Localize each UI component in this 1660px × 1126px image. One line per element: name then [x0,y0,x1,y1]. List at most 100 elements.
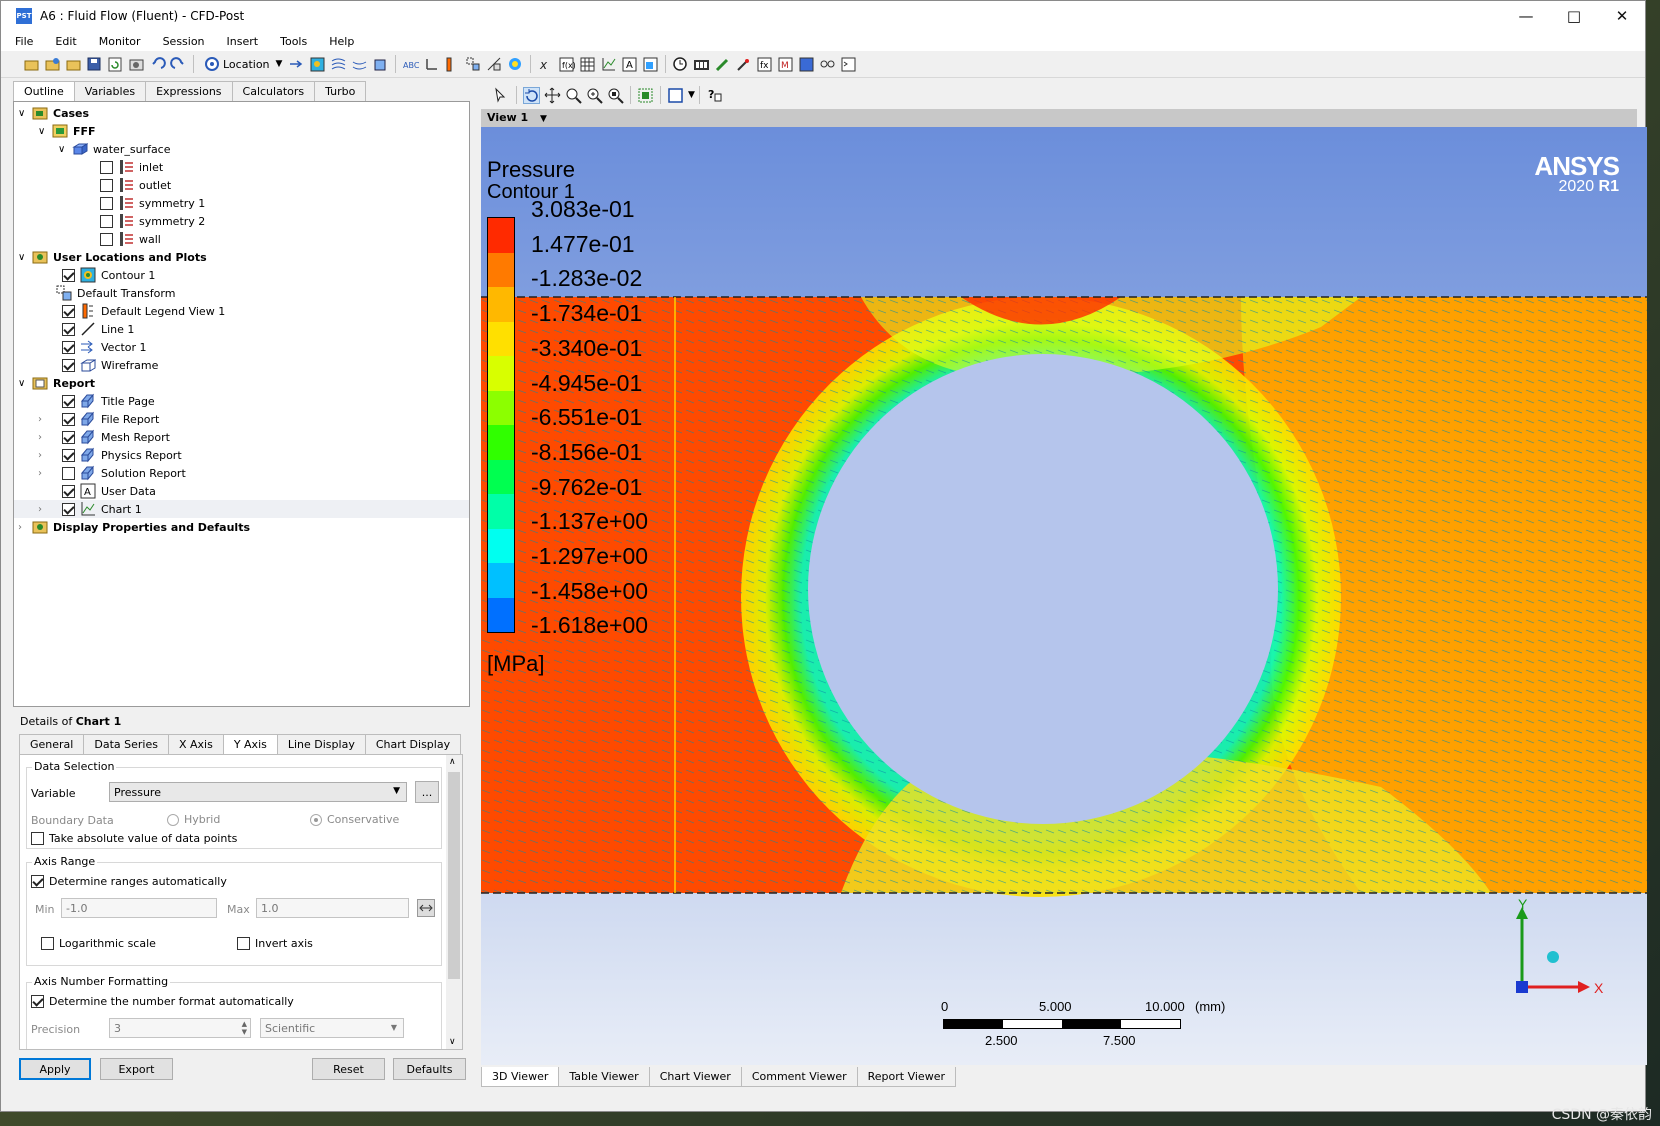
tab-turbo[interactable]: Turbo [314,81,367,101]
close-button[interactable]: ✕ [1599,1,1645,31]
contour-icon[interactable] [309,56,326,73]
vector-icon[interactable] [288,56,305,73]
chevron-down-icon[interactable]: ▼ [688,90,695,100]
color-map-icon[interactable] [507,56,524,73]
rotate-icon[interactable] [523,86,540,104]
figure-icon[interactable] [642,56,659,73]
minimize-button[interactable]: — [1503,1,1549,31]
menu-edit[interactable]: Edit [41,35,84,48]
open-file-icon[interactable] [65,56,82,73]
visibility-checkbox[interactable] [62,304,75,318]
tree-item-mesh-report[interactable]: › Mesh Report [38,428,170,446]
tab-line-display[interactable]: Line Display [276,734,366,754]
tree-item-report[interactable]: ∨ Report [18,374,95,392]
streamline-icon[interactable] [330,56,347,73]
help-context-icon[interactable]: ? [706,87,723,104]
coordinate-frame-icon[interactable] [423,56,440,73]
visibility-checkbox[interactable] [62,268,75,282]
absolute-value-checkbox[interactable]: Take absolute value of data points [31,832,237,845]
tree-item-user-data[interactable]: A User Data [62,482,156,500]
visibility-checkbox[interactable] [100,214,113,228]
load-results-icon[interactable] [44,56,61,73]
macro-calculator-icon[interactable]: M [777,56,794,73]
redo-icon[interactable] [170,56,187,73]
tree-item-title-page[interactable]: Title Page [62,392,155,410]
tab-chart-viewer[interactable]: Chart Viewer [648,1067,742,1087]
tab-calculators[interactable]: Calculators [231,81,316,101]
min-input[interactable]: -1.0 [61,898,217,918]
visibility-checkbox[interactable] [62,448,75,462]
tab-variables[interactable]: Variables [73,81,147,101]
expression-icon[interactable]: f(x) [558,56,576,73]
refresh-icon[interactable] [107,56,124,73]
scrollbar-thumb[interactable] [448,772,460,979]
auto-format-checkbox[interactable]: Determine the number format automaticall… [31,995,294,1008]
visibility-checkbox[interactable] [100,232,113,246]
tree-item-wireframe[interactable]: Wireframe [62,356,158,374]
case-comparison-icon[interactable] [819,56,836,73]
quick-editor-icon[interactable] [714,56,731,73]
scroll-up-icon[interactable]: ∧ [449,757,456,767]
tab-x-axis[interactable]: X Axis [167,734,224,754]
invert-axis-checkbox[interactable]: Invert axis [237,937,313,950]
visibility-checkbox[interactable] [62,322,75,336]
tree-item-fff[interactable]: ∨ FFF [38,122,96,140]
load-state-icon[interactable] [23,56,40,73]
tree-item-wall[interactable]: wall [100,230,161,248]
tree-item-vector-1[interactable]: Vector 1 [62,338,147,356]
comment-icon[interactable]: A [621,56,638,73]
expand-chevron-right-icon[interactable]: › [38,468,62,479]
table-icon[interactable] [579,56,596,73]
tree-item-display-properties[interactable]: › Display Properties and Defaults [18,518,250,536]
visibility-checkbox[interactable] [62,484,75,498]
3d-viewport[interactable]: Pressure Contour 1 3.083e-01 1.477e-01 -1.… [481,127,1647,1065]
export-button[interactable]: Export [100,1058,173,1080]
zoom-box-icon[interactable] [586,87,603,104]
reset-button[interactable]: Reset [312,1058,385,1080]
menu-insert[interactable]: Insert [213,35,267,48]
visibility-checkbox[interactable] [62,358,75,372]
tree-item-outlet[interactable]: outlet [100,176,171,194]
text-icon[interactable]: ABC [402,56,420,73]
function-calculator-icon[interactable]: fx [756,56,773,73]
tree-item-default-legend[interactable]: Default Legend View 1 [62,302,225,320]
menu-monitor[interactable]: Monitor [85,35,149,48]
expand-chevron-right-icon[interactable]: › [38,432,62,443]
format-select[interactable]: Scientific ▼ [260,1018,404,1038]
mesh-calculator-icon[interactable] [798,56,815,73]
tab-table-viewer[interactable]: Table Viewer [558,1067,650,1087]
expand-chevron-icon[interactable]: ∨ [18,252,32,263]
pan-icon[interactable] [544,87,561,104]
menu-file[interactable]: File [1,35,41,48]
auto-range-checkbox[interactable]: Determine ranges automatically [31,875,227,888]
visibility-checkbox[interactable] [100,160,113,174]
expand-chevron-icon[interactable]: ∨ [18,378,32,389]
fit-view-icon[interactable] [607,87,624,104]
expand-chevron-right-icon[interactable]: › [38,504,62,515]
select-icon[interactable] [493,87,510,104]
zoom-icon[interactable] [565,87,582,104]
tree-item-user-locations[interactable]: ∨ User Locations and Plots [18,248,207,266]
tree-item-inlet[interactable]: inlet [100,158,163,176]
visibility-checkbox[interactable] [62,502,75,516]
visibility-checkbox[interactable] [100,196,113,210]
tree-item-symmetry-2[interactable]: symmetry 2 [100,212,205,230]
tab-outline[interactable]: Outline [13,81,75,102]
log-scale-checkbox[interactable]: Logarithmic scale [41,937,156,950]
expand-chevron-icon[interactable]: ∨ [58,144,72,155]
tab-general[interactable]: General [19,734,85,754]
precision-spinner[interactable]: 3 ▲ ▼ [109,1018,251,1038]
visibility-checkbox[interactable] [62,412,75,426]
expand-chevron-right-icon[interactable]: › [38,414,62,425]
maximize-button[interactable]: □ [1551,1,1597,31]
tab-data-series[interactable]: Data Series [83,734,169,754]
highlight-icon[interactable] [637,87,654,104]
legend-icon[interactable] [444,56,461,73]
viewport-layout-icon[interactable] [667,87,684,104]
tab-3d-viewer[interactable]: 3D Viewer [481,1067,560,1087]
visibility-checkbox[interactable] [100,178,113,192]
menu-tools[interactable]: Tools [266,35,315,48]
tree-item-file-report[interactable]: › File Report [38,410,159,428]
tab-y-axis[interactable]: Y Axis [222,734,278,755]
tree-item-default-transform[interactable]: Default Transform [56,284,175,302]
